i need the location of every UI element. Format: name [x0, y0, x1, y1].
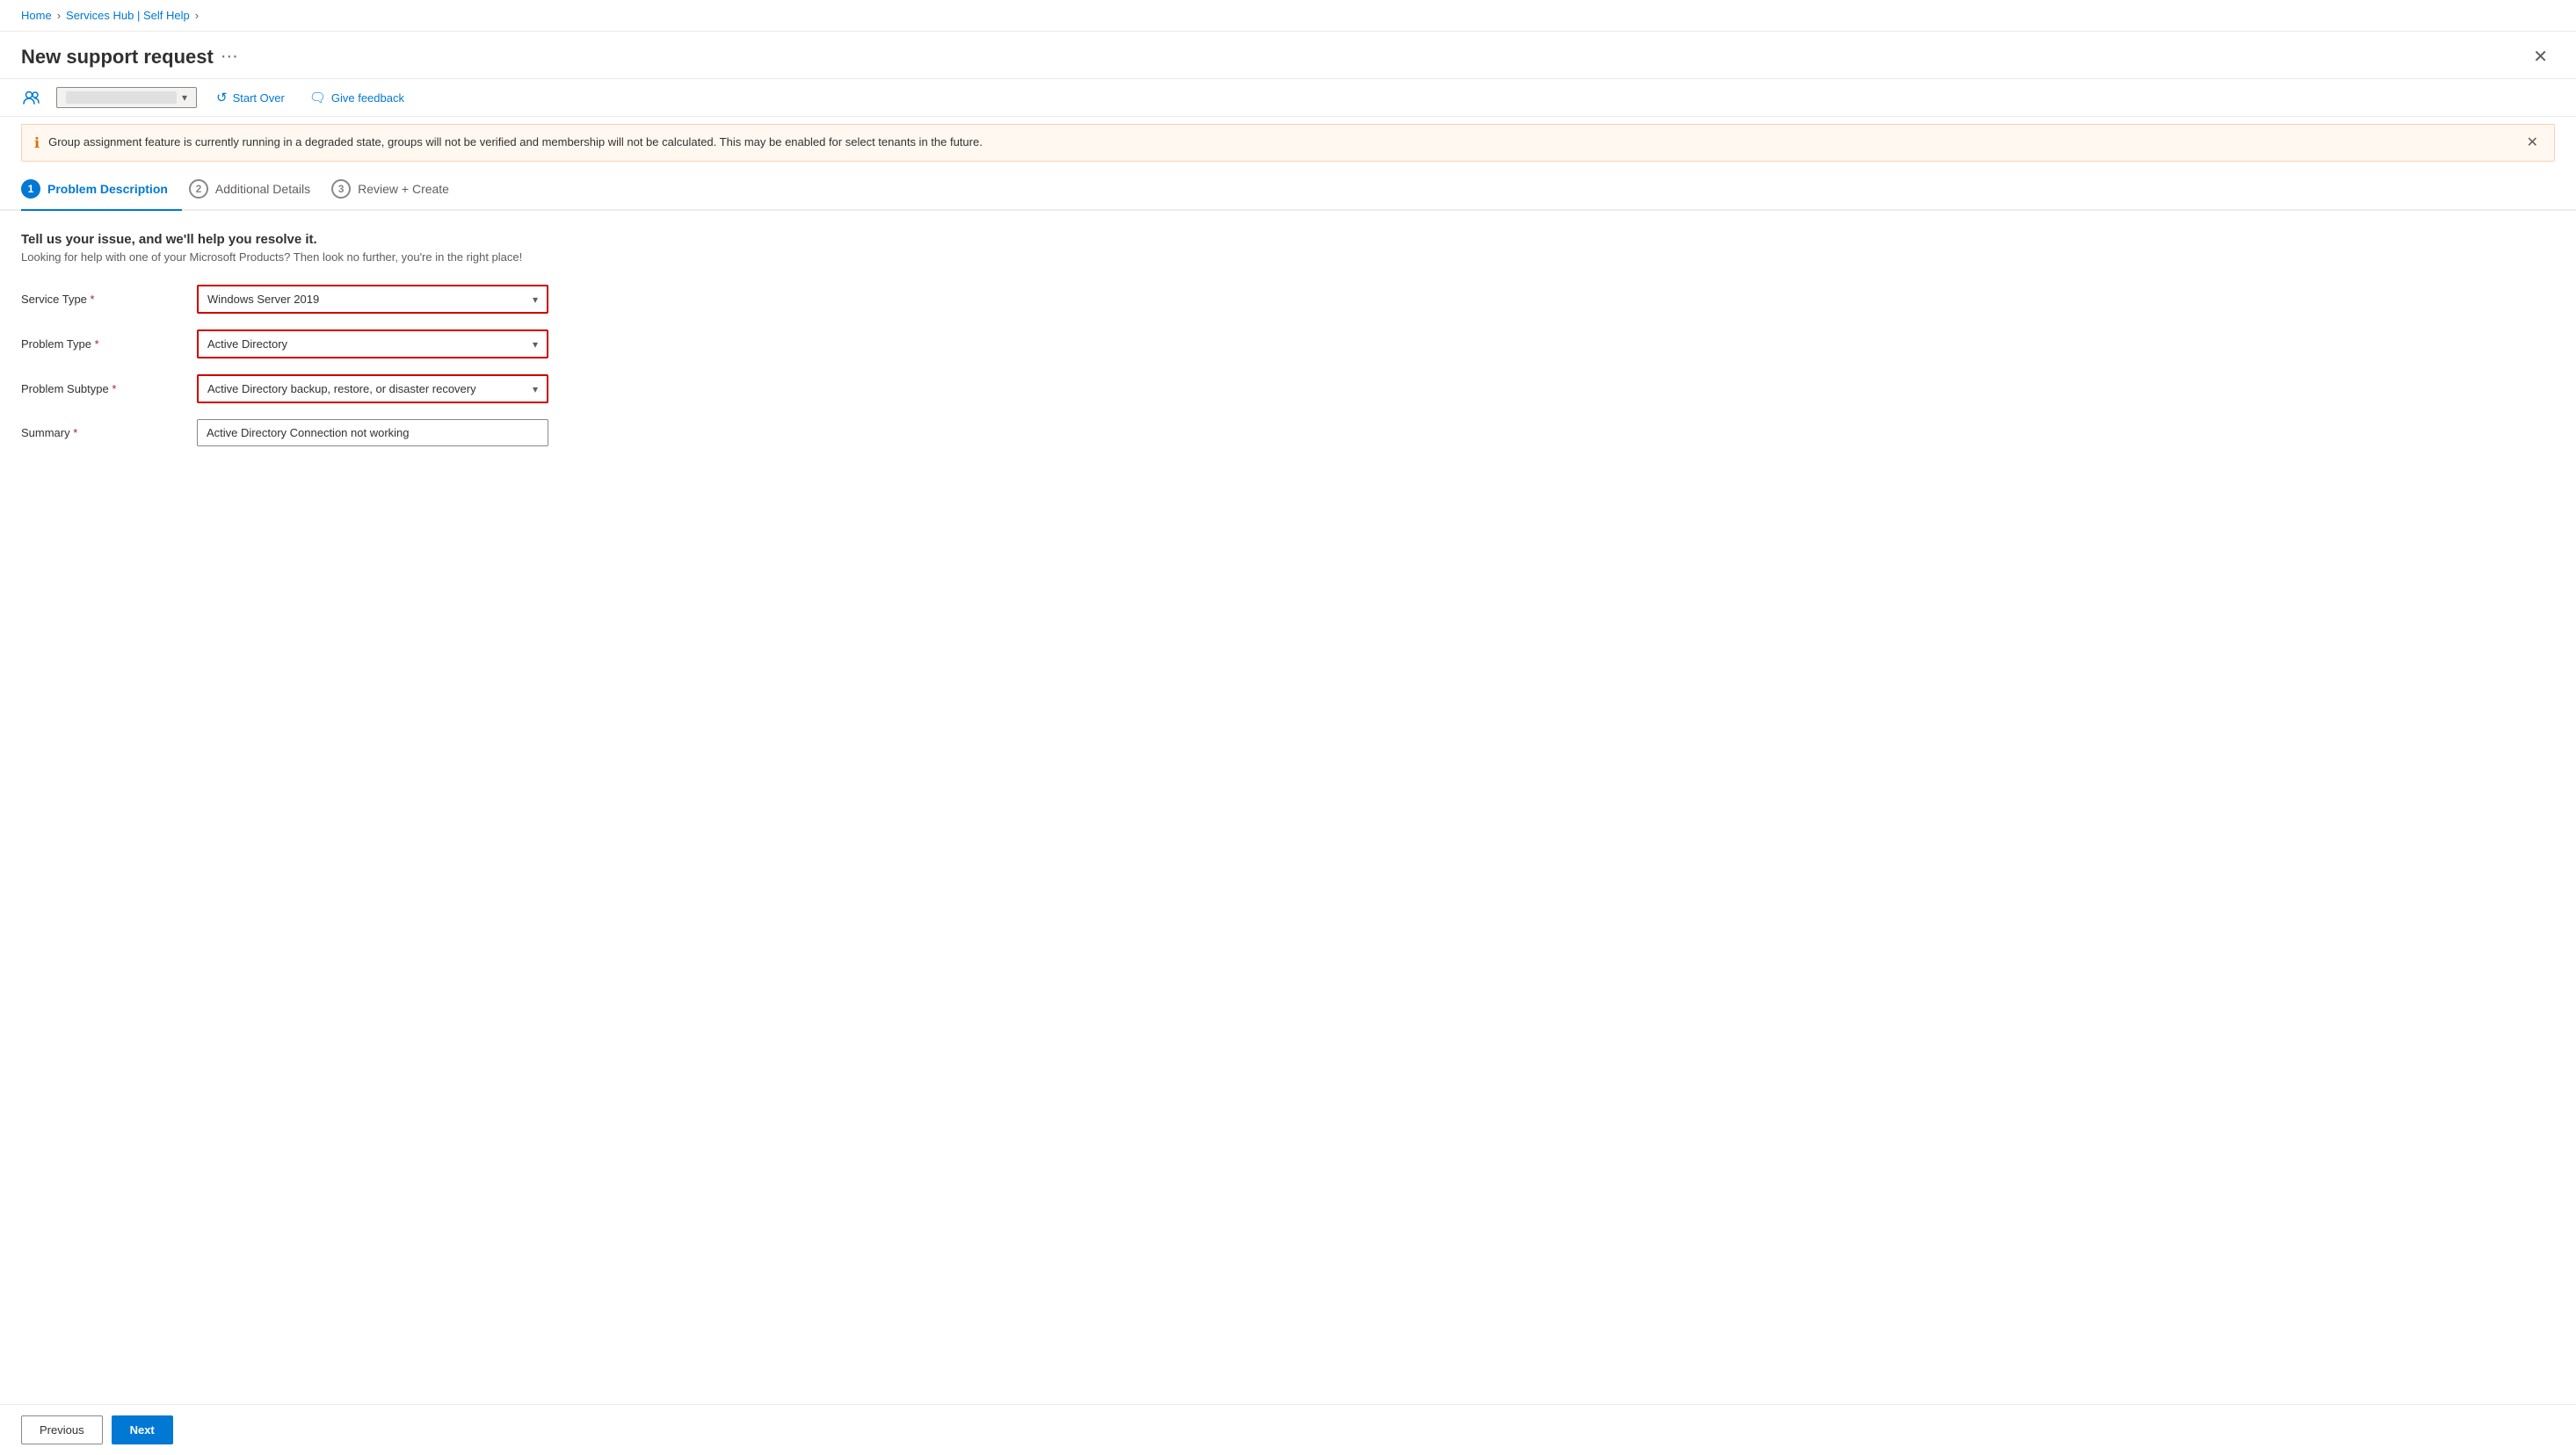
alert-icon: ℹ: [34, 134, 40, 152]
service-type-label: Service Type *: [21, 293, 197, 306]
tenant-dropdown[interactable]: ▾: [56, 87, 197, 108]
problem-type-label: Problem Type *: [21, 337, 197, 351]
step-review-create[interactable]: 3 Review + Create: [331, 169, 463, 211]
refresh-icon: ↺: [216, 90, 228, 105]
alert-close-button[interactable]: ✕: [2523, 134, 2542, 151]
give-feedback-button[interactable]: 🗨 Give feedback: [304, 86, 410, 109]
groups-icon: [21, 87, 42, 108]
next-button[interactable]: Next: [112, 1415, 173, 1444]
step-problem-description[interactable]: 1 Problem Description: [21, 169, 182, 211]
step-label-1: Problem Description: [47, 182, 168, 196]
previous-button[interactable]: Previous: [21, 1415, 103, 1444]
form-subtext: Looking for help with one of your Micros…: [21, 250, 2555, 264]
breadcrumb-sep-2: ›: [195, 9, 199, 22]
give-feedback-label: Give feedback: [331, 91, 404, 105]
problem-type-required: *: [95, 337, 99, 351]
problem-subtype-dropdown[interactable]: Active Directory backup, restore, or dis…: [197, 374, 548, 403]
service-type-required: *: [91, 293, 95, 306]
toolbar: ▾ ↺ Start Over 🗨 Give feedback: [0, 79, 2576, 117]
close-button[interactable]: ✕: [2526, 42, 2555, 71]
problem-subtype-value: Active Directory backup, restore, or dis…: [207, 382, 476, 395]
service-type-dropdown[interactable]: Windows Server 2019 ▾: [197, 285, 548, 314]
step-number-3: 3: [331, 179, 351, 199]
breadcrumb-sep-1: ›: [57, 9, 61, 22]
page-footer: Previous Next: [0, 1404, 2576, 1455]
step-number-1: 1: [21, 179, 40, 199]
page-title: New support request: [21, 46, 214, 69]
page-header: New support request ··· ✕: [0, 32, 2576, 79]
step-number-2: 2: [189, 179, 208, 199]
step-label-3: Review + Create: [358, 182, 449, 196]
summary-required: *: [73, 426, 77, 439]
service-type-field: Windows Server 2019 ▾: [197, 285, 548, 314]
summary-row: Summary *: [21, 419, 2555, 446]
feedback-icon: 🗨: [309, 90, 326, 105]
problem-type-row: Problem Type * Active Directory ▾: [21, 329, 2555, 358]
breadcrumb-services-hub[interactable]: Services Hub | Self Help: [66, 9, 190, 22]
service-type-value: Windows Server 2019: [207, 293, 319, 306]
alert-message: Group assignment feature is currently ru…: [48, 134, 2514, 151]
breadcrumb-home[interactable]: Home: [21, 9, 52, 22]
step-additional-details[interactable]: 2 Additional Details: [189, 169, 324, 211]
summary-field: [197, 419, 548, 446]
problem-type-field: Active Directory ▾: [197, 329, 548, 358]
problem-type-chevron-icon: ▾: [533, 338, 538, 351]
header-ellipsis-menu[interactable]: ···: [221, 47, 238, 67]
form-content: Tell us your issue, and we'll help you r…: [0, 211, 2576, 476]
problem-subtype-field: Active Directory backup, restore, or dis…: [197, 374, 548, 403]
problem-type-value: Active Directory: [207, 337, 287, 351]
problem-subtype-label: Problem Subtype *: [21, 382, 197, 395]
steps-navigation: 1 Problem Description 2 Additional Detai…: [0, 169, 2576, 211]
summary-input[interactable]: [197, 419, 548, 446]
service-type-chevron-icon: ▾: [533, 293, 538, 306]
problem-subtype-required: *: [112, 382, 116, 395]
alert-banner: ℹ Group assignment feature is currently …: [21, 124, 2555, 162]
problem-subtype-chevron-icon: ▾: [533, 383, 538, 395]
tenant-placeholder: [66, 91, 177, 104]
chevron-down-icon: ▾: [182, 91, 187, 104]
problem-type-dropdown[interactable]: Active Directory ▾: [197, 329, 548, 358]
service-type-row: Service Type * Windows Server 2019 ▾: [21, 285, 2555, 314]
problem-subtype-row: Problem Subtype * Active Directory backu…: [21, 374, 2555, 403]
start-over-button[interactable]: ↺ Start Over: [211, 86, 290, 109]
start-over-label: Start Over: [233, 91, 285, 105]
step-label-2: Additional Details: [215, 182, 310, 196]
summary-label: Summary *: [21, 426, 197, 439]
breadcrumb: Home › Services Hub | Self Help ›: [0, 0, 2576, 32]
form-headline: Tell us your issue, and we'll help you r…: [21, 232, 2555, 247]
